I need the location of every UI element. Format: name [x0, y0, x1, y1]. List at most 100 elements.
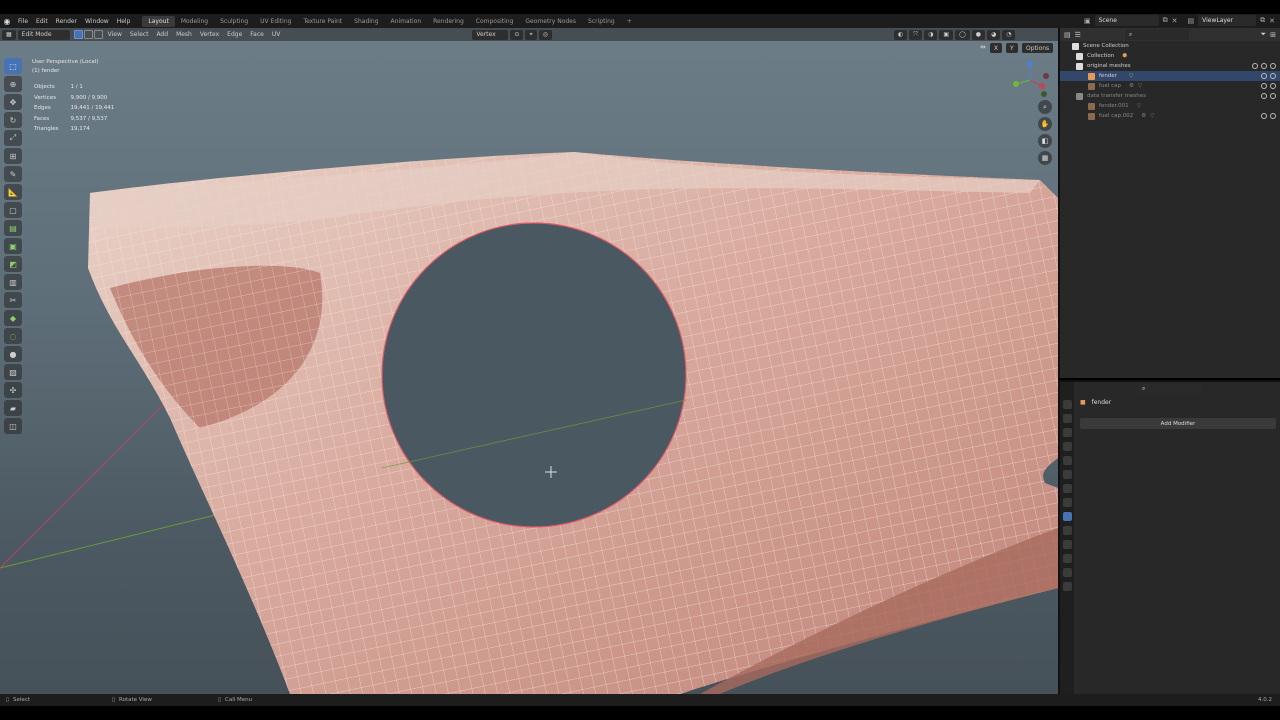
- options-dropdown[interactable]: Options: [1022, 43, 1054, 53]
- cursor-tool-icon[interactable]: ⊕: [4, 76, 22, 92]
- new-scene-icon[interactable]: ⧉: [1163, 16, 1168, 25]
- view-layer-tab-icon[interactable]: [1062, 442, 1072, 451]
- display-mode-icon[interactable]: ☰: [1075, 31, 1081, 39]
- knife-tool-icon[interactable]: ✂: [4, 292, 22, 308]
- scene-field[interactable]: Scene: [1094, 15, 1159, 26]
- tab-texture-paint[interactable]: Texture Paint: [297, 16, 348, 27]
- particles-tab-icon[interactable]: [1062, 526, 1072, 535]
- tab-rendering[interactable]: Rendering: [427, 16, 470, 27]
- tool-tab-icon[interactable]: [1062, 400, 1072, 409]
- tab-scripting[interactable]: Scripting: [582, 16, 621, 27]
- spin-tool-icon[interactable]: ◌: [4, 328, 22, 344]
- face-select-icon[interactable]: [93, 30, 103, 39]
- eye-icon[interactable]: [1261, 83, 1267, 89]
- annotate-tool-icon[interactable]: ✎: [4, 166, 22, 182]
- checkbox-icon[interactable]: [1252, 63, 1258, 69]
- rotate-tool-icon[interactable]: ↻: [4, 112, 22, 128]
- eye-icon[interactable]: [1270, 93, 1276, 99]
- gizmo-icon[interactable]: ⤧: [909, 29, 923, 40]
- constraints-tab-icon[interactable]: [1062, 554, 1072, 563]
- shear-tool-icon[interactable]: ▰: [4, 400, 22, 416]
- collection-tab-icon[interactable]: [1062, 484, 1072, 493]
- tab-modeling[interactable]: Modeling: [175, 16, 214, 27]
- pivot-point-icon[interactable]: ⊙: [510, 29, 524, 40]
- fuel-cap-hole[interactable]: [381, 222, 687, 528]
- render-tab-icon[interactable]: [1062, 414, 1072, 423]
- bevel-tool-icon[interactable]: ◩: [4, 256, 22, 272]
- add-modifier-button[interactable]: Add Modifier: [1080, 418, 1276, 429]
- smooth-tool-icon[interactable]: ●: [4, 346, 22, 362]
- mirror-x-toggle[interactable]: X: [989, 43, 1002, 53]
- scale-tool-icon[interactable]: ⤢: [4, 130, 22, 146]
- delete-view-layer-icon[interactable]: ✕: [1269, 17, 1275, 25]
- tab-shading[interactable]: Shading: [348, 16, 384, 27]
- delete-scene-icon[interactable]: ✕: [1172, 17, 1178, 25]
- loop-cut-tool-icon[interactable]: ▥: [4, 274, 22, 290]
- snap-icon[interactable]: ⌖: [525, 29, 537, 40]
- scene-tab-icon[interactable]: [1062, 456, 1072, 465]
- material-tab-icon[interactable]: [1062, 582, 1072, 591]
- outliner-row-fender-001[interactable]: fender.001 ▽: [1060, 101, 1280, 111]
- tab-uv-editing[interactable]: UV Editing: [254, 16, 297, 27]
- data-tab-icon[interactable]: [1062, 568, 1072, 577]
- menu-select[interactable]: Select: [126, 31, 153, 38]
- outliner-row-fuel-cap[interactable]: fuel cap ⚙ ▽: [1060, 81, 1280, 91]
- xray-icon[interactable]: ▣: [939, 29, 953, 40]
- extrude-tool-icon[interactable]: ▤: [4, 220, 22, 236]
- 3d-viewport[interactable]: [0, 28, 1058, 694]
- outliner-row-fuel-cap-002[interactable]: fuel cap.002 ⚙ ▽: [1060, 111, 1280, 121]
- rendered-shading-icon[interactable]: ◔: [1002, 29, 1016, 40]
- properties-search-input[interactable]: ⌕: [1138, 383, 1202, 394]
- vertex-select-icon[interactable]: [73, 30, 83, 39]
- navigation-gizmo[interactable]: [1008, 58, 1052, 102]
- menu-view[interactable]: View: [104, 31, 126, 38]
- eye-icon[interactable]: [1261, 73, 1267, 79]
- new-collection-icon[interactable]: ⊞: [1270, 31, 1276, 39]
- visibility-icon[interactable]: ◐: [894, 29, 908, 40]
- output-tab-icon[interactable]: [1062, 428, 1072, 437]
- add-workspace-button[interactable]: +: [621, 16, 638, 27]
- camera-icon[interactable]: [1270, 73, 1276, 79]
- outliner-row-fender[interactable]: fender ▽: [1060, 71, 1280, 81]
- world-tab-icon[interactable]: [1062, 470, 1072, 479]
- eye-icon[interactable]: [1261, 113, 1267, 119]
- blender-logo-icon[interactable]: ◉: [0, 14, 14, 28]
- select-box-icon[interactable]: ⬚: [4, 58, 22, 74]
- view-layer-field[interactable]: ViewLayer: [1198, 15, 1257, 26]
- camera-view-icon[interactable]: ◧: [1038, 134, 1052, 148]
- orthographic-grid-icon[interactable]: ▦: [1038, 151, 1052, 165]
- edge-select-icon[interactable]: [83, 30, 93, 39]
- tab-layout[interactable]: Layout: [142, 15, 175, 27]
- outliner-editor-icon[interactable]: ▤: [1064, 31, 1071, 39]
- transform-orientation-dropdown[interactable]: Vertex: [472, 29, 509, 40]
- solid-shading-icon[interactable]: ●: [971, 29, 985, 40]
- menu-edge[interactable]: Edge: [223, 31, 246, 38]
- outliner-row-collection[interactable]: Collection ⬢: [1060, 51, 1280, 61]
- object-tab-icon[interactable]: [1062, 498, 1072, 507]
- tab-compositing[interactable]: Compositing: [470, 16, 520, 27]
- tab-sculpting[interactable]: Sculpting: [214, 16, 254, 27]
- add-cube-tool-icon[interactable]: ▢: [4, 202, 22, 218]
- camera-icon[interactable]: [1270, 83, 1276, 89]
- zoom-icon[interactable]: ⌕: [1038, 100, 1052, 114]
- filter-icon[interactable]: ⏷: [1261, 30, 1267, 39]
- menu-help[interactable]: Help: [113, 18, 135, 25]
- camera-icon[interactable]: [1270, 113, 1276, 119]
- outliner-row-scene-collection[interactable]: Scene Collection: [1060, 41, 1280, 51]
- menu-render[interactable]: Render: [52, 18, 81, 25]
- checkbox-icon[interactable]: [1261, 93, 1267, 99]
- new-view-layer-icon[interactable]: ⧉: [1260, 16, 1265, 25]
- outliner-row-original-meshes[interactable]: original meshes: [1060, 61, 1280, 71]
- rip-tool-icon[interactable]: ◫: [4, 418, 22, 434]
- menu-mesh[interactable]: Mesh: [172, 31, 196, 38]
- transform-tool-icon[interactable]: ⊞: [4, 148, 22, 164]
- overlay-icon[interactable]: ◑: [924, 29, 938, 40]
- pan-hand-icon[interactable]: ✋: [1038, 117, 1052, 131]
- menu-add[interactable]: Add: [152, 31, 172, 38]
- measure-tool-icon[interactable]: 📐: [4, 184, 22, 200]
- menu-edit[interactable]: Edit: [32, 18, 52, 25]
- modifier-tab-icon[interactable]: [1062, 512, 1072, 521]
- move-tool-icon[interactable]: ✥: [4, 94, 22, 110]
- menu-vertex[interactable]: Vertex: [196, 31, 223, 38]
- poly-build-tool-icon[interactable]: ◆: [4, 310, 22, 326]
